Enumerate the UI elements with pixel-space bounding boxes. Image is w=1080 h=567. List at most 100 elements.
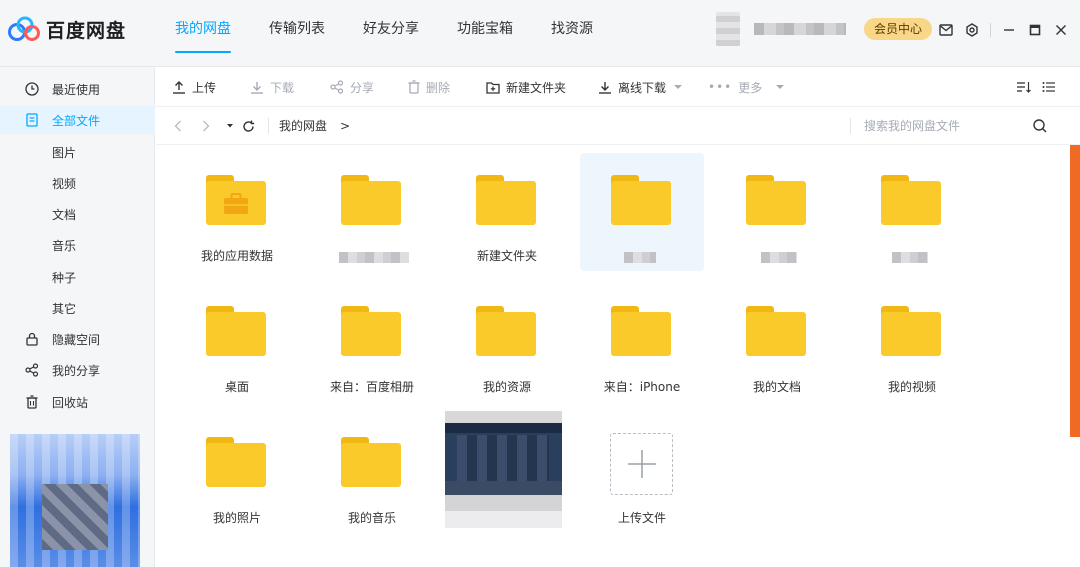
offline-download-button[interactable]: 离线下载	[598, 67, 683, 107]
lock-icon	[24, 331, 40, 347]
file-item[interactable]: 我的视频	[850, 284, 974, 402]
download-button[interactable]: 下载	[250, 67, 294, 107]
back-icon[interactable]	[170, 118, 186, 134]
promo-banner-blurred[interactable]	[10, 434, 140, 567]
avatar[interactable]	[716, 12, 740, 46]
sidebar-item-all-files[interactable]: 全部文件	[0, 106, 155, 134]
file-name: 桌面	[224, 380, 249, 394]
file-item[interactable]: 我的文档	[715, 284, 839, 402]
folder-icon	[341, 306, 401, 356]
user-area: 会员中心	[716, 12, 933, 46]
upload-file-label: 上传文件	[617, 511, 666, 525]
file-item[interactable]: 来自：iPhone	[580, 284, 704, 402]
main-nav: 我的网盘 传输列表 好友分享 功能宝箱 找资源	[175, 0, 631, 67]
folder-icon	[746, 175, 806, 225]
sidebar-item-other[interactable]: 其它	[0, 294, 155, 322]
folder-icon	[611, 306, 671, 356]
sidebar-item-recycle-bin[interactable]: 回收站	[0, 388, 155, 416]
file-item[interactable]	[715, 153, 839, 271]
tab-friend-share[interactable]: 好友分享	[363, 0, 419, 67]
breadcrumb-arrow: >	[340, 119, 351, 133]
more-button[interactable]: ••• 更多	[708, 67, 785, 107]
list-view-button[interactable]	[1042, 67, 1062, 107]
folder-app-icon	[206, 175, 266, 225]
file-item[interactable]: 桌面	[175, 284, 299, 402]
maximize-icon[interactable]	[1025, 20, 1045, 40]
folder-icon	[881, 306, 941, 356]
folder-icon	[746, 306, 806, 356]
app-name: 百度网盘	[46, 19, 127, 42]
file-item[interactable]: 新建文件夹	[445, 153, 569, 271]
offline-download-label: 离线下载	[618, 80, 667, 95]
file-item[interactable]: 我的资源	[445, 284, 569, 402]
folder-icon	[476, 306, 536, 356]
tab-toolbox[interactable]: 功能宝箱	[457, 0, 513, 67]
new-folder-icon	[486, 81, 500, 94]
file-item[interactable]	[850, 153, 974, 271]
trash-icon	[408, 80, 420, 94]
document-icon	[24, 112, 40, 128]
sidebar-item-images[interactable]: 图片	[0, 138, 155, 166]
file-name: 来自：百度相册	[329, 380, 414, 394]
share-button[interactable]: 分享	[330, 67, 374, 107]
search-input[interactable]	[864, 115, 1024, 137]
mail-icon[interactable]	[936, 20, 956, 40]
file-name: 来自：iPhone	[603, 380, 681, 394]
gear-icon[interactable]	[962, 20, 982, 40]
tab-my-drive[interactable]: 我的网盘	[175, 0, 231, 67]
share-label: 分享	[350, 80, 375, 95]
sidebar-item-recent[interactable]: 最近使用	[0, 75, 155, 103]
sidebar-item-label: 全部文件	[52, 113, 101, 128]
sidebar-item-label: 隐藏空间	[52, 332, 101, 347]
new-folder-button[interactable]: 新建文件夹	[486, 67, 566, 107]
refresh-icon[interactable]	[240, 118, 256, 134]
download-icon	[598, 80, 612, 94]
image-file-thumbnail[interactable]	[445, 411, 562, 528]
sidebar-item-hidden-space[interactable]: 隐藏空间	[0, 325, 155, 353]
delete-button[interactable]: 删除	[408, 67, 450, 107]
file-name-blurred	[624, 252, 656, 263]
file-name: 我的资源	[482, 380, 531, 394]
sidebar-item-documents[interactable]: 文档	[0, 200, 155, 228]
upload-icon	[172, 80, 186, 94]
file-item[interactable]: 我的照片	[175, 415, 299, 533]
folder-icon	[611, 175, 671, 225]
history-dropdown-icon[interactable]	[222, 118, 238, 134]
file-item[interactable]	[580, 153, 704, 271]
more-label: 更多	[738, 80, 763, 95]
breadcrumb-root[interactable]: 我的网盘	[279, 107, 327, 145]
upload-label: 上传	[192, 80, 217, 95]
close-icon[interactable]	[1051, 20, 1071, 40]
file-item[interactable]: 我的音乐	[310, 415, 434, 533]
sidebar-item-label: 最近使用	[52, 82, 101, 97]
tab-find-resources[interactable]: 找资源	[551, 0, 593, 67]
sort-button[interactable]	[1016, 67, 1038, 107]
divider	[990, 23, 991, 37]
file-name: 我的视频	[887, 380, 936, 394]
search-icon[interactable]	[1032, 118, 1048, 134]
file-name: 我的应用数据	[200, 249, 273, 263]
file-name: 新建文件夹	[476, 249, 537, 263]
folder-icon	[206, 306, 266, 356]
sidebar-item-videos[interactable]: 视频	[0, 169, 155, 197]
sidebar-item-my-shares[interactable]: 我的分享	[0, 356, 155, 384]
share-icon	[330, 80, 344, 94]
tab-transfer-list[interactable]: 传输列表	[269, 0, 325, 67]
upload-button[interactable]: 上传	[172, 67, 216, 107]
minimize-icon[interactable]	[999, 20, 1019, 40]
upload-plus-box[interactable]	[610, 433, 673, 495]
vip-center-button[interactable]: 会员中心	[864, 18, 933, 40]
sidebar-item-music[interactable]: 音乐	[0, 231, 155, 259]
side-panel-edge	[1070, 145, 1080, 437]
sidebar: 最近使用 全部文件 图片 视频 文档 音乐 种子 其它 隐藏空间 我的分享 回收…	[0, 67, 155, 567]
forward-icon[interactable]	[198, 118, 214, 134]
file-item[interactable]: 来自：百度相册	[310, 284, 434, 402]
chevron-down-icon	[776, 85, 785, 89]
file-item[interactable]	[310, 153, 434, 271]
file-name-blurred	[761, 252, 797, 263]
file-item[interactable]: 我的应用数据	[175, 153, 299, 271]
username-blurred[interactable]	[754, 23, 846, 35]
sidebar-item-torrents[interactable]: 种子	[0, 263, 155, 291]
new-folder-label: 新建文件夹	[506, 80, 567, 95]
file-grid: 我的应用数据 新建文件夹 桌面 来自：百度相册 我的资源 来自：iPhone 我…	[156, 146, 1066, 567]
